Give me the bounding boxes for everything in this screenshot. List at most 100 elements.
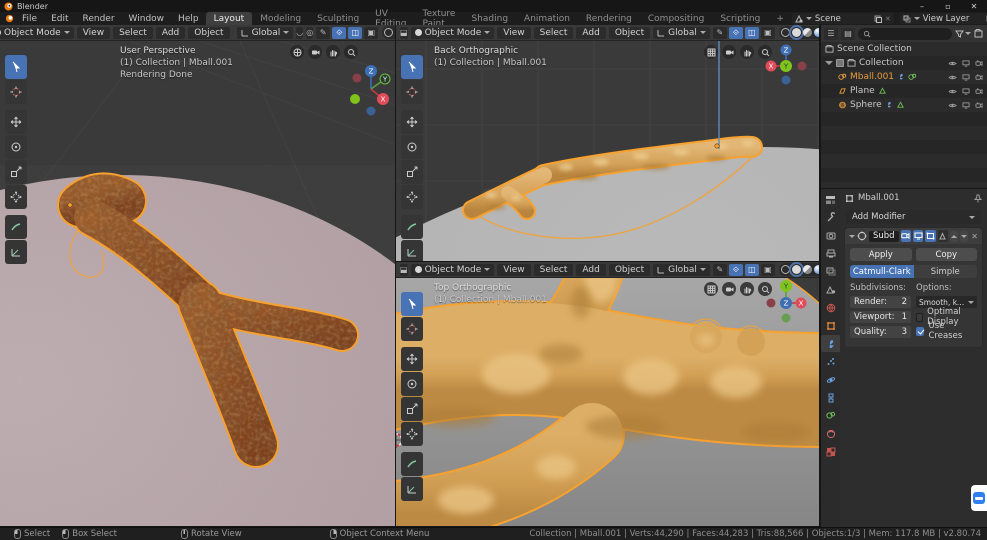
filter-dropdown[interactable] [955,30,971,38]
axis-z-neg-ball[interactable] [366,106,376,116]
tool-rotate[interactable] [401,372,423,396]
workspace-tab-compositing[interactable]: Compositing [640,12,712,25]
modifier-viewport-toggle[interactable] [912,230,924,242]
select-menu[interactable]: Select [113,26,153,39]
menu-help[interactable]: Help [171,14,206,24]
view-menu[interactable]: View [76,26,111,39]
eye-icon[interactable] [948,60,957,67]
gizmos-toggle-icon[interactable]: ⟐ [332,26,347,39]
modifier-cage-toggle[interactable] [937,230,949,242]
tool-transform[interactable] [5,185,27,209]
use-creases-row[interactable]: Use Creases [916,321,977,341]
close-button[interactable]: ✕ [961,0,987,12]
tab-output-icon[interactable] [821,245,840,262]
pan-hand-icon[interactable] [326,45,340,59]
render-camera-icon[interactable] [975,73,983,81]
collection-checkbox[interactable] [836,59,844,67]
copy-button[interactable]: Copy [915,248,977,261]
eye-icon[interactable] [948,102,957,109]
tool-move[interactable] [401,347,423,371]
shading-material-icon[interactable] [802,28,812,37]
add-menu[interactable]: Add [576,26,606,39]
outliner-row-sphere[interactable]: Sphere [821,98,987,112]
monitor-icon[interactable] [962,59,970,67]
add-menu[interactable]: Add [576,263,606,276]
viewport-bottom-right-axis-gizmo[interactable]: Y X Z [762,276,810,326]
render-camera-icon[interactable] [975,59,983,67]
axis-x-neg-ball[interactable] [797,61,807,71]
outliner-search-input[interactable] [858,27,952,40]
tab-tool-icon[interactable] [821,209,840,226]
tool-scale[interactable] [401,397,423,421]
shading-rendered-icon[interactable] [813,28,819,37]
workspace-tab-texture-paint[interactable]: Texture Paint [415,9,464,29]
tab-modifiers-icon[interactable] [821,335,840,352]
viewport-left-canvas[interactable] [0,40,396,527]
xray-toggle-icon[interactable]: ▣ [760,263,775,276]
overlays-dropdown-icon[interactable]: ✎ [316,26,331,39]
viewport-left-axis-gizmo[interactable]: Z Y X [347,59,395,117]
catmull-clark-button[interactable]: Catmull-Clark [850,265,914,278]
modifier-render-toggle[interactable] [900,230,911,242]
tab-scene-icon[interactable] [821,281,840,298]
tool-transform[interactable] [401,422,423,446]
quality-field[interactable]: Quality: 3 [850,326,911,338]
mode-dropdown[interactable]: Object Mode [410,26,495,39]
workspace-tab-uv-editing[interactable]: UV Editing [367,9,414,29]
viewport-top-right-axis-gizmo[interactable]: Z X Y [762,42,810,86]
xray-toggle-icon[interactable]: ▣ [760,26,775,39]
tool-measure[interactable] [401,240,423,261]
editor-type-icon[interactable]: ⬓ [400,26,408,39]
render-camera-icon[interactable] [975,87,983,95]
tool-transform[interactable] [401,185,423,209]
modifier-name-field[interactable]: Subd [869,230,899,242]
modifier-move-up-button[interactable] [950,230,959,242]
shading-wireframe-icon[interactable] [780,28,790,37]
tool-select-box[interactable] [401,292,423,316]
outliner-row-scene-collection[interactable]: Scene Collection [821,42,987,56]
object-menu[interactable]: Object [608,26,651,39]
add-menu[interactable]: Add [155,26,186,39]
tool-annotate[interactable] [5,215,27,239]
snap-magnet-icon[interactable]: ◡ [296,26,304,39]
properties-editor-type-icon[interactable] [821,191,840,208]
eye-icon[interactable] [948,88,957,95]
viewport-subdivisions-field[interactable]: Viewport: 1 [850,311,911,323]
workspace-tab-scripting[interactable]: Scripting [712,12,768,25]
zoom-icon[interactable] [344,45,358,59]
tab-render-icon[interactable] [821,227,840,244]
axis-y-neg-ball[interactable] [350,94,360,104]
breadcrumb-object-name[interactable]: Mball.001 [858,193,900,203]
monitor-icon[interactable] [962,73,970,81]
view-menu[interactable]: View [497,263,531,276]
add-workspace-button[interactable]: + [768,12,792,25]
tool-cursor[interactable] [5,80,27,104]
outliner-row-plane[interactable]: Plane [821,84,987,98]
tool-select-box[interactable] [5,55,27,79]
pin-icon[interactable] [973,194,983,203]
modifier-move-down-button[interactable] [960,230,969,242]
tool-rotate[interactable] [5,135,27,159]
remote-tool-grip[interactable] [971,485,987,511]
scene-selector[interactable]: Scene ✕ [791,13,894,24]
tab-world-icon[interactable] [821,299,840,316]
menu-file[interactable]: File [15,14,44,24]
view-menu[interactable]: View [497,26,531,39]
axis-z-neg-ball[interactable] [781,75,791,85]
modifier-delete-button[interactable]: ✕ [971,232,978,241]
outliner-row-collection[interactable]: Collection [821,56,987,70]
tab-view-layer-icon[interactable] [821,263,840,280]
expand-triangle-icon[interactable] [825,61,833,65]
axis-y-neg-ball[interactable] [781,313,791,323]
object-menu[interactable]: Object [188,26,230,39]
workspace-tab-sculpting[interactable]: Sculpting [309,12,367,25]
perspective-switch-icon[interactable] [704,282,718,296]
shading-rendered-icon[interactable] [813,265,819,274]
render-subdivisions-field[interactable]: Render: 2 [850,296,911,308]
workspace-tab-animation[interactable]: Animation [516,12,578,25]
new-scene-icon[interactable] [874,15,882,23]
viewport-bottom-right-canvas[interactable] [396,262,820,527]
tool-annotate[interactable] [401,452,423,476]
gizmos-toggle-icon[interactable]: ⟐ [728,26,743,39]
monitor-icon[interactable] [962,87,970,95]
